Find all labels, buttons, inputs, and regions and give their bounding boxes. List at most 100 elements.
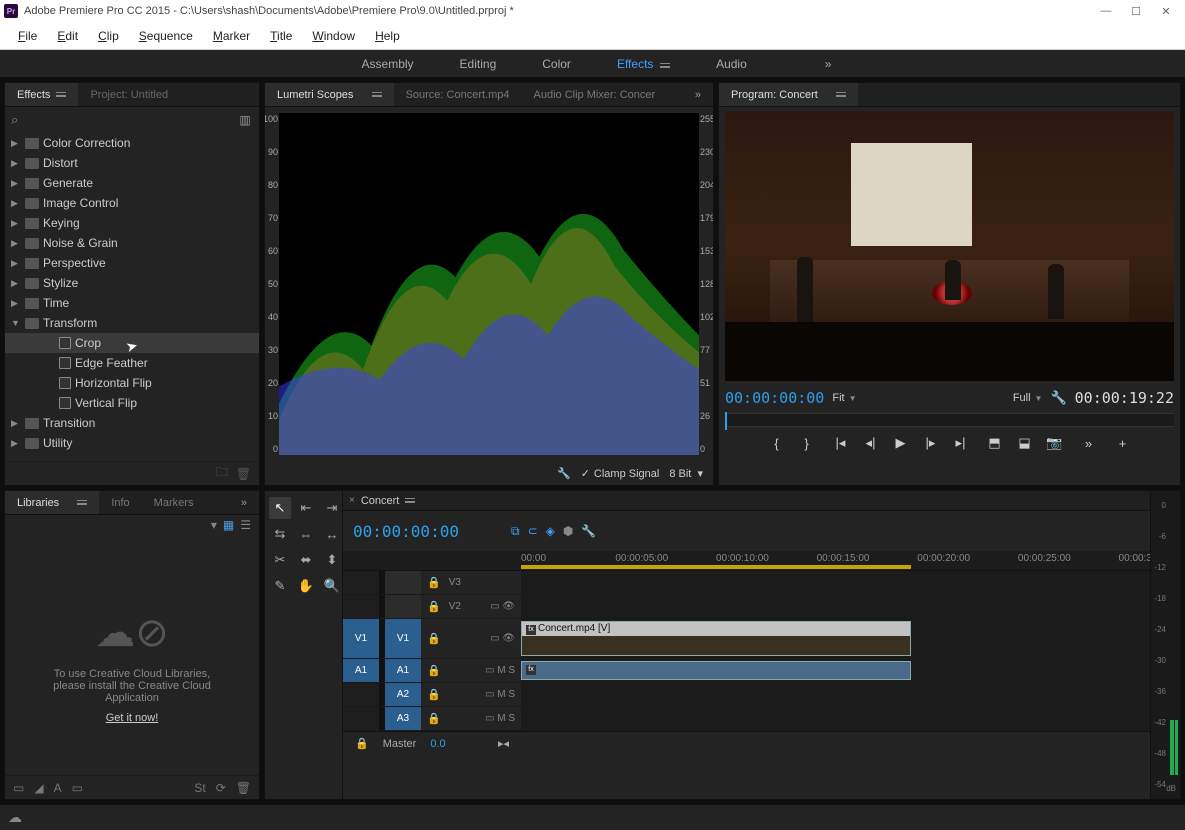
rolling-edit-tool-icon[interactable]: ⇔: [295, 523, 317, 545]
minimize-button[interactable]: —: [1091, 2, 1121, 20]
menu-sequence[interactable]: Sequence: [129, 25, 203, 47]
preset-type-icon[interactable]: ▥: [237, 113, 253, 127]
timeline-settings-icon[interactable]: ⬢: [563, 524, 573, 539]
track-v1[interactable]: V1 V1 🔒▭ 👁 fxConcert.mp4 [V]: [343, 619, 1150, 659]
folder-generate[interactable]: Generate: [43, 176, 93, 190]
workspace-assembly[interactable]: Assembly: [354, 53, 422, 75]
slide-tool-icon[interactable]: ⬍: [321, 549, 343, 571]
maximize-button[interactable]: ☐: [1121, 2, 1151, 20]
source-patch-a1[interactable]: A1: [343, 659, 379, 682]
menu-edit[interactable]: Edit: [47, 25, 88, 47]
mark-in-icon[interactable]: {: [769, 435, 785, 451]
zoom-fit-dropdown[interactable]: Fit▼: [832, 392, 856, 404]
delete-icon[interactable]: 🗑: [236, 467, 251, 481]
tab-program[interactable]: Program: Concert: [719, 83, 858, 106]
libraries-tab-overflow-icon[interactable]: »: [229, 491, 259, 514]
tab-info[interactable]: Info: [99, 491, 141, 514]
extract-icon[interactable]: ⬓: [1017, 435, 1033, 451]
play-icon[interactable]: ▶: [893, 435, 909, 451]
close-button[interactable]: ✕: [1151, 2, 1181, 20]
bit-depth-dropdown[interactable]: 8 Bit ▾: [669, 467, 703, 480]
menu-help[interactable]: Help: [365, 25, 410, 47]
lib-list-view-icon[interactable]: ☰: [240, 518, 251, 532]
clip-concert-audio[interactable]: fx: [521, 661, 911, 680]
add-button-icon[interactable]: +: [1115, 435, 1131, 451]
lib-tool-1-icon[interactable]: ▭: [13, 781, 24, 795]
folder-stylize[interactable]: Stylize: [43, 276, 78, 290]
menu-window[interactable]: Window: [302, 25, 365, 47]
track-select-forward-tool-icon[interactable]: ⇤: [295, 497, 317, 519]
mark-out-icon[interactable]: }: [799, 435, 815, 451]
wrench-icon[interactable]: 🔧: [557, 467, 571, 480]
lib-tool-3-icon[interactable]: A: [54, 781, 62, 795]
slip-tool-icon[interactable]: ⬌: [295, 549, 317, 571]
selection-tool-icon[interactable]: ↖: [269, 497, 291, 519]
target-a2[interactable]: A2: [385, 683, 421, 706]
step-back-icon[interactable]: ◂|: [863, 435, 879, 451]
tab-lumetri-scopes[interactable]: Lumetri Scopes: [265, 83, 394, 106]
menu-file[interactable]: File: [8, 25, 47, 47]
folder-keying[interactable]: Keying: [43, 216, 80, 230]
effect-crop[interactable]: Crop: [75, 336, 101, 350]
folder-distort[interactable]: Distort: [43, 156, 78, 170]
lib-grid-view-icon[interactable]: ▦: [223, 518, 234, 532]
step-forward-icon[interactable]: |▸: [923, 435, 939, 451]
pen-tool-icon[interactable]: ✎: [269, 575, 291, 597]
menu-clip[interactable]: Clip: [88, 25, 129, 47]
track-a1[interactable]: A1 A1 🔒▭ M S fx: [343, 659, 1150, 683]
track-v2[interactable]: 🔒V2▭ 👁: [343, 595, 1150, 619]
quality-dropdown[interactable]: Full▼: [1013, 392, 1043, 404]
export-frame-icon[interactable]: 📷: [1047, 435, 1063, 451]
track-select-backward-tool-icon[interactable]: ⇥: [321, 497, 343, 519]
target-v1[interactable]: V1: [385, 619, 421, 658]
tab-audio-clip-mixer[interactable]: Audio Clip Mixer: Concer: [522, 83, 668, 106]
razor-tool-icon[interactable]: ✂: [269, 549, 291, 571]
audio-meter[interactable]: 0-6-12-18-24-30-36-42-48-54 dB: [1150, 491, 1180, 799]
lib-sync-icon[interactable]: ⟳: [216, 781, 226, 795]
zoom-tool-icon[interactable]: 🔍: [321, 575, 343, 597]
tab-libraries[interactable]: Libraries: [5, 491, 99, 514]
hand-tool-icon[interactable]: ✋: [295, 575, 317, 597]
effect-horizontal-flip[interactable]: Horizontal Flip: [75, 376, 152, 390]
get-it-now-link[interactable]: Get it now!: [106, 712, 159, 724]
source-patch-v1[interactable]: V1: [343, 619, 379, 658]
lib-tool-5-icon[interactable]: St: [194, 781, 205, 795]
track-a3[interactable]: A3 🔒▭ M S: [343, 707, 1150, 731]
track-v3[interactable]: 🔒V3: [343, 571, 1150, 595]
add-marker-icon[interactable]: ◈: [546, 524, 555, 539]
cc-status-icon[interactable]: ☁: [8, 809, 22, 826]
program-timecode-in[interactable]: 00:00:00:00: [725, 389, 824, 407]
workspace-overflow-icon[interactable]: »: [825, 57, 832, 71]
lib-dropdown-icon[interactable]: ▾: [211, 518, 217, 532]
effect-vertical-flip[interactable]: Vertical Flip: [75, 396, 137, 410]
lift-icon[interactable]: ⬒: [987, 435, 1003, 451]
clamp-signal-toggle[interactable]: Clamp Signal: [581, 467, 660, 480]
workspace-audio[interactable]: Audio: [708, 53, 755, 75]
folder-perspective[interactable]: Perspective: [43, 256, 106, 270]
timeline-ruler[interactable]: 00:00 00:00:05:00 00:00:10:00 00:00:15:0…: [343, 551, 1150, 571]
folder-image-control[interactable]: Image Control: [43, 196, 118, 210]
timeline-timecode[interactable]: 00:00:00:00: [343, 522, 511, 541]
workspace-effects[interactable]: Effects: [609, 53, 678, 75]
program-scrubber[interactable]: [725, 413, 1174, 427]
menu-marker[interactable]: Marker: [203, 25, 260, 47]
go-to-out-icon[interactable]: ▸|: [953, 435, 969, 451]
program-video-display[interactable]: [725, 111, 1174, 381]
target-a3[interactable]: A3: [385, 707, 421, 730]
tab-project[interactable]: Project: Untitled: [78, 83, 180, 106]
new-bin-icon[interactable]: 🗀: [216, 463, 228, 484]
snap-icon[interactable]: ⧉: [511, 524, 520, 539]
timeline-wrench-icon[interactable]: 🔧: [581, 524, 596, 539]
lib-trash-icon[interactable]: 🗑: [236, 781, 251, 795]
button-editor-overflow-icon[interactable]: »: [1081, 435, 1097, 451]
effects-tree[interactable]: ▶Color Correction ▶Distort ▶Generate ▶Im…: [5, 133, 259, 461]
folder-transition[interactable]: Transition: [43, 416, 95, 430]
effects-search-input[interactable]: [24, 114, 231, 126]
menu-title[interactable]: Title: [260, 25, 302, 47]
sequence-tab[interactable]: × Concert: [343, 491, 1150, 511]
settings-wrench-icon[interactable]: 🔧: [1050, 390, 1066, 406]
workspace-color[interactable]: Color: [534, 53, 579, 75]
tab-overflow-icon[interactable]: »: [683, 83, 713, 106]
lib-tool-4-icon[interactable]: ▭: [72, 781, 83, 795]
target-a1[interactable]: A1: [385, 659, 421, 682]
